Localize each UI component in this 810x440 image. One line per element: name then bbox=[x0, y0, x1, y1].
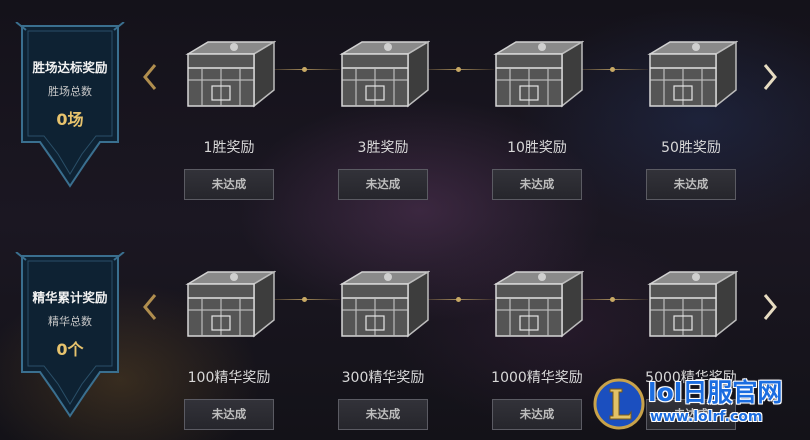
reward-connector bbox=[422, 67, 494, 72]
claim-status-button[interactable]: 未达成 bbox=[492, 399, 582, 430]
prev-arrow-button[interactable] bbox=[142, 293, 158, 321]
chevron-right-icon bbox=[763, 294, 777, 320]
hextech-chest-icon bbox=[185, 40, 276, 108]
hextech-chest-icon bbox=[493, 270, 584, 338]
claim-status-button[interactable]: 未达成 bbox=[646, 169, 736, 200]
reward-label: 1胜奖励 bbox=[203, 140, 255, 156]
site-watermark: lol日服官网 www.lolrf.com bbox=[593, 378, 805, 434]
next-arrow-button[interactable] bbox=[762, 63, 778, 91]
badge-title: 胜场达标奖励 bbox=[32, 60, 108, 75]
league-logo-icon bbox=[593, 378, 645, 430]
chevron-left-icon bbox=[143, 64, 157, 90]
hextech-chest-icon bbox=[185, 270, 276, 338]
prev-arrow-button[interactable] bbox=[142, 63, 158, 91]
hextech-chest-icon bbox=[647, 40, 738, 108]
claim-status-button[interactable]: 未达成 bbox=[492, 169, 582, 200]
claim-status-button[interactable]: 未达成 bbox=[338, 399, 428, 430]
hextech-chest-icon bbox=[493, 40, 584, 108]
reward-label: 50胜奖励 bbox=[661, 140, 721, 156]
reward-connector bbox=[422, 297, 494, 302]
badge-value: 0个 bbox=[56, 340, 84, 359]
hextech-chest-icon bbox=[339, 270, 430, 338]
chevron-left-icon bbox=[143, 294, 157, 320]
reward-connector bbox=[268, 67, 340, 72]
reward-connector bbox=[268, 297, 340, 302]
next-arrow-button[interactable] bbox=[762, 293, 778, 321]
claim-status-button[interactable]: 未达成 bbox=[184, 169, 274, 200]
badge-subtitle: 胜场总数 bbox=[48, 85, 92, 98]
reward-connector bbox=[576, 297, 648, 302]
watermark-site-name: lol日服官网 bbox=[648, 378, 783, 407]
claim-status-button[interactable]: 未达成 bbox=[184, 399, 274, 430]
essence-badge: 精华累计奖励 精华总数 0个 bbox=[12, 252, 128, 420]
chevron-right-icon bbox=[763, 64, 777, 90]
reward-label: 300精华奖励 bbox=[341, 370, 425, 386]
badge-subtitle: 精华总数 bbox=[48, 315, 92, 328]
reward-label: 100精华奖励 bbox=[187, 370, 271, 386]
reward-label: 1000精华奖励 bbox=[491, 370, 583, 386]
badge-value: 0场 bbox=[56, 110, 84, 129]
reward-label: 10胜奖励 bbox=[507, 140, 567, 156]
hextech-chest-icon bbox=[339, 40, 430, 108]
hextech-chest-icon bbox=[647, 270, 738, 338]
win-rewards-section: 胜场达标奖励 胜场总数 0场 1胜奖励 未达成 3胜奖励 未达成 10胜奖励 未… bbox=[0, 0, 810, 210]
badge-title: 精华累计奖励 bbox=[32, 290, 108, 305]
reward-label: 3胜奖励 bbox=[357, 140, 409, 156]
claim-status-button[interactable]: 未达成 bbox=[338, 169, 428, 200]
watermark-url: www.lolrf.com bbox=[650, 409, 763, 425]
reward-connector bbox=[576, 67, 648, 72]
win-badge: 胜场达标奖励 胜场总数 0场 bbox=[12, 22, 128, 190]
